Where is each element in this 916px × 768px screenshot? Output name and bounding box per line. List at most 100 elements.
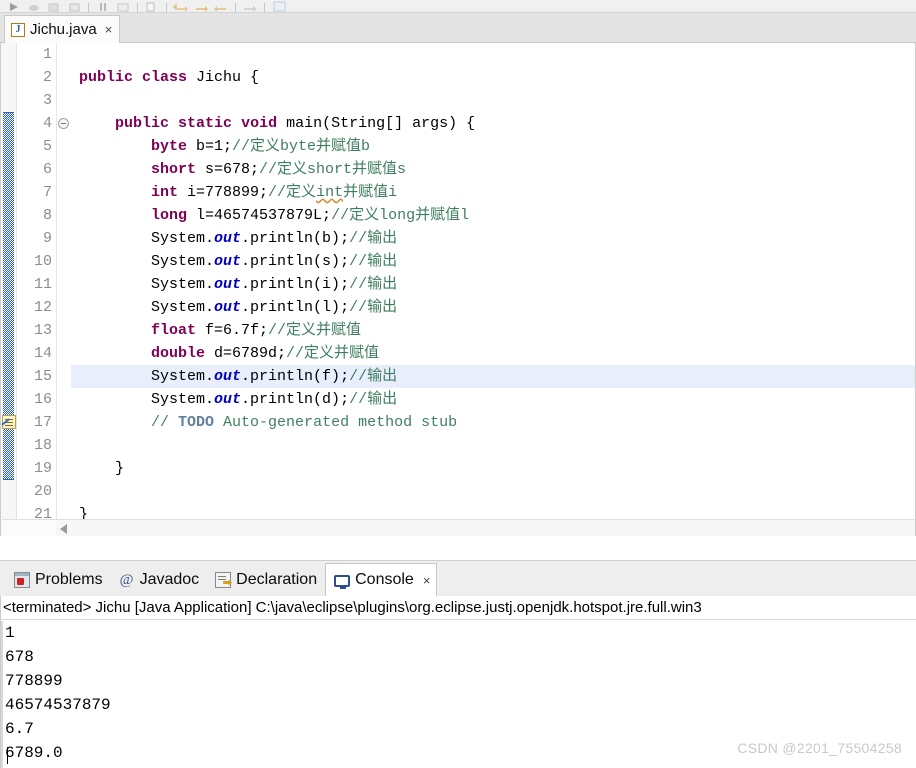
code-line[interactable]: System.out.println(d);//输出 [71,388,915,411]
code-token: s=678; [196,161,260,178]
pause-icon[interactable] [93,1,113,12]
code-line[interactable]: System.out.println(f);//输出 [71,365,915,388]
code-line[interactable]: int i=778899;//定义int并赋值i [71,181,915,204]
external-tools-icon[interactable] [64,1,84,12]
code-line[interactable]: public class Jichu { [71,66,915,89]
editor-tab-jichu-java[interactable]: J Jichu.java × [4,15,121,43]
code-line[interactable]: long l=46574537879L;//定义long并赋值l [71,204,915,227]
code-line[interactable]: double d=6789d;//定义并赋值 [71,342,915,365]
code-token: Auto-generated method stub [214,414,458,431]
coverage-icon[interactable] [44,1,64,12]
code-token: //定义 [268,184,317,201]
perspective-icon[interactable] [269,1,289,12]
code-token: .println(i); [241,276,350,293]
skip-breakpoints-icon[interactable] [113,1,133,12]
back-icon[interactable] [211,1,231,12]
tab-label: Problems [35,570,103,588]
scroll-left-arrow-icon[interactable] [60,524,67,534]
code-line[interactable]: // TODO Auto-generated method stub [71,411,915,434]
code-text-area[interactable]: public class Jichu { public static void … [71,43,915,536]
code-token: public [115,115,170,132]
code-line[interactable]: float f=6.7f;//定义并赋值 [71,319,915,342]
debug-icon[interactable] [24,1,44,12]
code-line[interactable]: System.out.println(l);//输出 [71,296,915,319]
tab-console[interactable]: Console × [325,563,438,596]
new-wizard-icon[interactable] [142,1,162,12]
scrollbar-thumb[interactable] [2,520,56,536]
code-token: //定义并赋值 [286,345,380,362]
editor-horizontal-scrollbar[interactable] [2,519,915,536]
next-annotation-icon[interactable] [240,1,260,12]
folding-ruler[interactable] [57,43,71,536]
console-view[interactable]: <terminated> Jichu [Java Application] C:… [0,596,916,768]
code-line[interactable] [71,434,915,457]
console-output-line: 1 [5,624,15,642]
annotation-ruler[interactable] [1,43,17,536]
fold-row [57,135,71,158]
tab-declaration[interactable]: Declaration [207,563,325,596]
fold-row [57,365,71,388]
code-token: //定义byte并赋值b [232,138,371,155]
fold-row [57,388,71,411]
tab-javadoc[interactable]: @ Javadoc [111,563,208,596]
code-token: out [214,299,242,316]
todo-task-marker-icon[interactable] [2,415,16,429]
fold-collapse-icon[interactable] [58,118,69,129]
code-line[interactable] [71,89,915,112]
line-number: 1 [42,46,52,63]
console-output[interactable]: 1 678 778899 46574537879 6.7 6789.0 [1,621,916,768]
java-file-icon: J [11,22,25,37]
code-token: System. [79,253,215,270]
code-line[interactable]: System.out.println(s);//输出 [71,250,915,273]
code-token: //输出 [349,299,398,316]
code-token: l=46574537879L; [187,207,332,224]
close-icon[interactable]: × [423,573,431,588]
code-line[interactable] [71,43,915,66]
fold-row [57,457,71,480]
code-line[interactable]: short s=678;//定义short并赋值s [71,158,915,181]
code-token: .println(b); [241,230,350,247]
code-token: .println(l); [241,299,350,316]
tab-label: Console [355,571,414,588]
code-line[interactable]: System.out.println(i);//输出 [71,273,915,296]
line-number: 17 [33,414,52,431]
code-line[interactable]: } [71,457,915,480]
undo-icon[interactable] [171,1,191,12]
console-output-line: 46574537879 [5,696,111,714]
code-token: // [151,414,179,431]
code-line[interactable]: System.out.println(b);//输出 [71,227,915,250]
line-number: 3 [42,92,52,109]
line-number: 10 [33,253,52,270]
code-line[interactable] [71,480,915,503]
close-icon[interactable]: × [105,23,113,36]
code-editor[interactable]: 1 2 3 4 5 6 7 8 9 10 11 12 13 14 15 16 17 18 19 20 21 public… [0,43,916,536]
code-token: short [151,161,197,178]
redo-icon[interactable] [191,1,211,12]
code-token: //定义并赋值 [268,322,362,339]
main-toolbar [0,0,916,13]
console-output-line: 778899 [5,672,63,690]
line-number: 9 [42,230,52,247]
run-icon[interactable] [4,1,24,12]
console-output-line: 6.7 [5,720,34,738]
code-line[interactable]: byte b=1;//定义byte并赋值b [71,135,915,158]
fold-row [57,158,71,181]
code-token: Jichu { [187,69,260,86]
code-line[interactable]: public static void main(String[] args) { [71,112,915,135]
toolbar-separator [235,3,236,12]
line-number: 15 [33,368,52,385]
fold-row [57,411,71,434]
tab-problems[interactable]: Problems [6,563,111,596]
code-token: byte [151,138,188,155]
code-token: main(String[] args) { [277,115,476,132]
code-token: public [79,69,134,86]
fold-row [57,273,71,296]
line-number: 20 [33,483,52,500]
